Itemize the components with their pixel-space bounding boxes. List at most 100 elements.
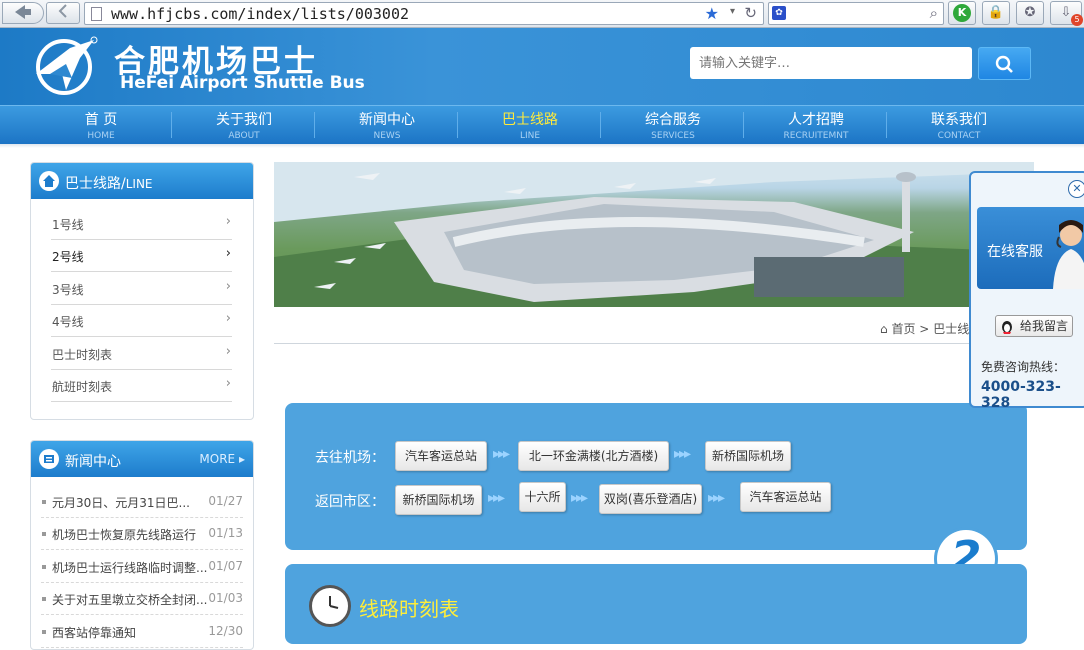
nav-divider [886,112,887,138]
site-search-button[interactable] [978,47,1031,80]
line-item-1[interactable]: 1号线 › [51,208,232,240]
nav-contact-label: 联系我们 [931,112,987,128]
hotline-number: 4000-323-328 [981,379,1061,411]
route-arrow-icon: ▸▸▸ [493,446,510,462]
line-sidebar-panel: 巴士线路/LINE 1号线 › 2号线 › 3号线 › 4号线 › 巴士时刻表 › 航班时… [30,162,254,420]
news-item-title: 机场巴士运行线路临时调整... [52,561,208,575]
favorites-button[interactable]: ✪ [1016,1,1044,25]
qq-penguin-icon [1000,318,1014,340]
line-item-4[interactable]: 4号线 › [51,305,232,337]
nav-line-sub: LINE [519,131,541,141]
news-more-link[interactable]: MORE ▸ [199,452,245,466]
line-item-bus-timetable[interactable]: 巴士时刻表 › [51,338,232,370]
news-item[interactable]: 关于对五里墩立交桥全封闭... 01/03 [41,583,243,615]
line-item-3[interactable]: 3号线 › [51,273,232,305]
route-stop: 汽车客运总站 [740,482,831,512]
line-item-flight-timetable[interactable]: 航班时刻表 › [51,370,232,402]
breadcrumb-separator: > [919,322,930,336]
nav-divider [171,112,172,138]
site-logo-english[interactable]: HeFei Airport Shuttle Bus [120,73,365,93]
site-header: 合肥机场巴士 HeFei Airport Shuttle Bus [0,28,1084,105]
address-url[interactable]: www.hfjcbs.com/index/lists/003002 [111,5,409,23]
nav-services[interactable]: 综合服务 SERVICES [602,106,744,144]
line-item-label: 3号线 [52,283,84,297]
bullet-icon [42,532,46,536]
online-service-widget: ✕ 在线客服 给我留言 免费咨询热线： 4000-323-328 [969,171,1084,411]
lock-button[interactable]: 🔒 [982,1,1010,25]
address-bar[interactable]: www.hfjcbs.com/index/lists/003002 ★ ▾ ↻ [84,2,764,25]
triangle-right-icon: ▸ [238,452,245,466]
leave-message-label: 给我留言 [1019,319,1068,333]
nav-recruitment[interactable]: 人才招聘 RECRUITEMNT [745,106,887,144]
line-item-label: 4号线 [52,315,84,329]
home-icon: ⌂ [880,322,888,336]
news-item[interactable]: 元月30日、元月31日巴... 01/27 [41,486,243,518]
search-icon[interactable]: ⌕ [930,4,938,22]
bookmark-star-icon[interactable]: ★ [705,4,719,23]
news-item-date: 01/27 [208,494,243,508]
route-panel [285,403,1027,550]
return-label: 返回市区： [315,494,385,510]
chevron-right-icon: › [225,311,231,326]
online-service-title: 在线客服 [987,244,1043,260]
nav-divider [457,112,458,138]
nav-divider [743,112,744,138]
line-item-label: 1号线 [52,218,84,232]
route-arrow-icon: ▸▸▸ [708,490,725,506]
line-item-2[interactable]: 2号线 › [51,240,232,272]
addon-k-button[interactable]: K [948,1,976,25]
site-search-input[interactable] [690,47,972,79]
line-panel-header: 巴士线路/LINE [31,163,253,199]
line-item-label: 巴士时刻表 [52,348,113,362]
clock-face-icon [329,596,339,609]
hotline-label: 免费咨询热线： [981,360,1066,374]
nav-line[interactable]: 巴士线路 LINE [459,106,601,144]
news-item-title: 关于对五里墩立交桥全封闭... [52,593,208,607]
nav-shadow [0,144,1084,148]
browser-toolbar: www.hfjcbs.com/index/lists/003002 ★ ▾ ↻ … [0,0,1084,28]
close-icon[interactable]: ✕ [1068,180,1084,198]
news-item[interactable]: 西客站停靠通知 12/30 [41,616,243,648]
airplane-logo-icon[interactable] [30,34,100,96]
breadcrumb-current[interactable]: 巴士线 [933,322,969,336]
nav-divider [314,112,315,138]
line-item-label: 航班时刻表 [52,380,113,394]
nav-contact-sub: CONTACT [937,131,981,141]
news-item[interactable]: 机场巴士恢复原先线路运行 01/13 [41,518,243,550]
reload-icon[interactable]: ↻ [744,4,757,22]
breadcrumb: ⌂ 首页 > 巴士线 [880,320,969,337]
history-dropdown-icon[interactable]: ▾ [730,6,735,17]
search-engine-icon[interactable]: ✿ [772,6,786,20]
nav-contact[interactable]: 联系我们 CONTACT [888,106,1030,144]
browser-search-box[interactable]: ✿ ⌕ [768,2,944,25]
chevron-left-icon [58,4,67,18]
nav-recruitment-label: 人才招聘 [788,112,844,128]
news-item-title: 元月30日、元月31日巴... [52,496,190,510]
browser-back-button[interactable] [2,2,44,24]
line-item-label: 2号线 [52,250,84,264]
online-service-card[interactable]: 在线客服 [977,207,1084,289]
breadcrumb-home[interactable]: 首页 [891,322,915,336]
news-sidebar-panel: 新闻中心 MORE ▸ 元月30日、元月31日巴... 01/27 机场巴士恢复原… [30,440,254,650]
news-item-date: 12/30 [208,624,243,638]
home-icon [39,171,59,191]
download-icon: ⇩ [1060,5,1072,20]
downloads-button[interactable]: ⇩ 5 [1050,1,1083,26]
bullet-icon [42,500,46,504]
leave-message-button[interactable]: 给我留言 [995,315,1073,337]
route-stop: 新桥国际机场 [395,485,482,515]
news-item-date: 01/03 [208,591,243,605]
customer-service-agent-icon [1053,220,1084,289]
nav-news[interactable]: 新闻中心 NEWS [316,106,458,144]
downloads-badge: 5 [1071,14,1083,26]
news-item-title: 机场巴士恢复原先线路运行 [52,528,197,542]
nav-about[interactable]: 关于我们 ABOUT [173,106,315,144]
chevron-right-icon: › [225,246,231,261]
news-item-date: 01/07 [208,559,243,573]
news-icon [39,449,59,469]
nav-home[interactable]: 首 页 HOME [30,106,172,144]
nav-about-sub: ABOUT [228,131,260,141]
browser-forward-button[interactable] [46,2,80,24]
news-item[interactable]: 机场巴士运行线路临时调整... 01/07 [41,551,243,583]
nav-services-label: 综合服务 [645,112,701,128]
